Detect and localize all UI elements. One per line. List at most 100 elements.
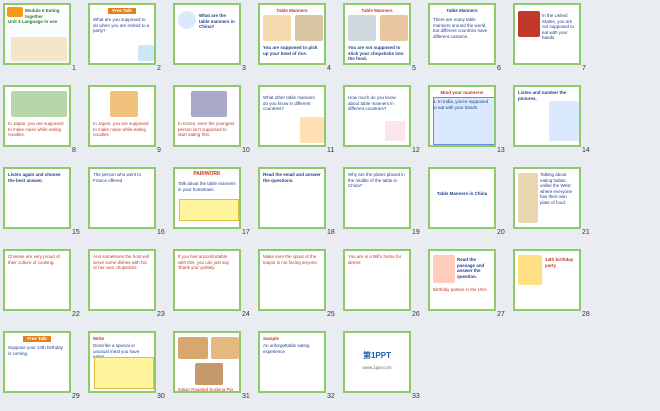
slide-text: 1. In India, you're supposed to eat with… xyxy=(433,99,489,110)
slide-number: 19 xyxy=(412,229,420,236)
slide-thumb-19[interactable]: Why are the plates placed in the middle … xyxy=(340,164,422,244)
picture-list xyxy=(549,101,579,141)
slide-thumb-16[interactable]: The person who went to France offered 16 xyxy=(85,164,167,244)
slide-number: 4 xyxy=(327,65,331,72)
slide-number: 22 xyxy=(72,311,80,318)
slide-thumb-20[interactable]: Table Manners in China 20 xyxy=(425,164,507,244)
slide-title: Listen and number the pictures. xyxy=(518,90,567,101)
slide-number: 16 xyxy=(157,229,165,236)
slide-title: Table Manners in China xyxy=(436,191,488,196)
slide-thumb-1[interactable]: Module 6 Eating together Unit 3 Language… xyxy=(0,0,82,80)
slide-thumb-12[interactable]: How much do you know about table manners… xyxy=(340,82,422,162)
slide-thumb-4[interactable]: Table Manners You are supposed to pick u… xyxy=(255,0,337,80)
slide-thumb-13[interactable]: Mind your manners! 1. In India, you're s… xyxy=(425,82,507,162)
slide-number: 28 xyxy=(582,311,590,318)
slide-text: Birthday parties in the USA xyxy=(433,287,488,292)
slide-thumb-25[interactable]: Make sure the spout of the teapot is not… xyxy=(255,246,337,326)
slide-title: Sample xyxy=(263,336,280,341)
slide-thumb-10[interactable]: In Korea, even the youngest person isn't… xyxy=(170,82,252,162)
slide-thumb-29[interactable]: Free Talk Suppose your 14th birthday is … xyxy=(0,328,82,408)
slide-text: In Japan, you are supposed to make noise… xyxy=(93,121,149,137)
slide-thumb-17[interactable]: PAIRWORK Talk about the table manners in… xyxy=(170,164,252,244)
slide-text: And sometimes the host will serve some d… xyxy=(93,254,149,270)
slide-title: Mind your manners! xyxy=(440,90,484,95)
slide-number: 8 xyxy=(72,147,76,154)
slide-thumb-24[interactable]: If you feel uncomfortable with this, you… xyxy=(170,246,252,326)
logo-text: 第1PPT xyxy=(362,351,391,360)
slide-thumb-3[interactable]: What are the table manners in China? 3 xyxy=(170,0,252,80)
slide-thumb-30[interactable]: Write Describe a special or unusual meal… xyxy=(85,328,167,408)
check-cross-icon xyxy=(385,121,405,141)
slide-title: Table Manners xyxy=(276,8,308,13)
slide-number: 31 xyxy=(242,393,250,400)
slide-text: In Korea, even the youngest person isn't… xyxy=(178,121,235,137)
slide-thumb-6[interactable]: Table Manners There are many table manne… xyxy=(425,0,507,80)
flag-image xyxy=(518,11,540,37)
slide-thumb-2[interactable]: Free Talk What are you supposed to do wh… xyxy=(85,0,167,80)
photo xyxy=(433,255,455,283)
slide-thumb-28[interactable]: 14th birthday party 28 xyxy=(510,246,592,326)
photo xyxy=(518,255,542,285)
slide-number: 12 xyxy=(412,147,420,154)
photo xyxy=(191,91,227,117)
slide-thumb-14[interactable]: Listen and number the pictures. 14 xyxy=(510,82,592,162)
slide-text: Suppose your 14th birthday is coming. xyxy=(8,345,64,356)
slide-number: 6 xyxy=(497,65,501,72)
slide-thumb-5[interactable]: Table Manners You are not supposed to st… xyxy=(340,0,422,80)
slide-text: You are not supposed to stick your chops… xyxy=(348,45,404,61)
slide-number: 21 xyxy=(582,229,590,236)
slide-number: 9 xyxy=(157,147,161,154)
slide-title: Read the email and answer the questions. xyxy=(263,172,321,183)
slide-text: If you feel uncomfortable with this, you… xyxy=(178,254,230,270)
slide-thumb-11[interactable]: What other table manners do you know in … xyxy=(255,82,337,162)
slide-thumb-33[interactable]: 第1PPT www.1ppt.com 33 xyxy=(340,328,422,408)
slide-thumb-26[interactable]: You are in a Bill's home for dinner. 26 xyxy=(340,246,422,326)
slide-text: www.1ppt.com xyxy=(362,365,392,370)
slide-thumb-21[interactable]: Talking about eating habits, unlike the … xyxy=(510,164,592,244)
slide-number: 5 xyxy=(412,65,416,72)
slide-thumb-31[interactable]: Italian Roasted Sucking Pig 31 xyxy=(170,328,252,408)
slide-thumb-7[interactable]: In the United States, you are not suppos… xyxy=(510,0,592,80)
slide-number: 18 xyxy=(327,229,335,236)
slide-thumb-18[interactable]: Read the email and answer the questions.… xyxy=(255,164,337,244)
photo xyxy=(263,15,291,41)
slide-title: Module 6 Eating together xyxy=(25,8,60,19)
slide-text: In the United States, you are not suppos… xyxy=(542,13,575,40)
slide-title: What are the table manners in China? xyxy=(199,13,235,29)
food-photo xyxy=(195,363,223,385)
photo xyxy=(380,15,408,41)
slide-text: Italian Roasted Sucking Pig xyxy=(178,387,234,392)
illustration xyxy=(300,117,324,143)
slide-number: 14 xyxy=(582,147,590,154)
slide-text: Why are the plates placed in the middle … xyxy=(348,172,405,188)
slide-text: You are supposed to pick up your bowl of… xyxy=(263,45,318,56)
slide-text: What are you supposed to do when you are… xyxy=(93,17,150,33)
slide-title: Listen again and choose the best answer. xyxy=(8,172,61,183)
logo-badge xyxy=(7,7,23,17)
illustration xyxy=(138,45,154,61)
slide-thumb-9[interactable]: In Japan, you are supposed to make noise… xyxy=(85,82,167,162)
slide-number: 25 xyxy=(327,311,335,318)
slide-text: There are many table manners around the … xyxy=(433,17,488,39)
slide-thumb-27[interactable]: Read the passage and answer the question… xyxy=(425,246,507,326)
slide-title: Write xyxy=(93,336,105,341)
slide-title: 14th birthday party xyxy=(545,257,574,268)
slide-number: 1 xyxy=(72,65,76,72)
slide-thumb-32[interactable]: Sample An unforgettable eating experienc… xyxy=(255,328,337,408)
slide-thumb-15[interactable]: Listen again and choose the best answer.… xyxy=(0,164,82,244)
slide-number: 29 xyxy=(72,393,80,400)
slide-text: Make sure the spout of the teapot is not… xyxy=(263,254,319,265)
slide-number: 2 xyxy=(157,65,161,72)
slide-thumb-8[interactable]: In Japan, you are supposed to make noise… xyxy=(0,82,82,162)
illustration xyxy=(178,11,196,29)
slide-number: 20 xyxy=(497,229,505,236)
slide-thumb-22[interactable]: Chinese are very proud of their culture … xyxy=(0,246,82,326)
slide-thumb-23[interactable]: And sometimes the host will serve some d… xyxy=(85,246,167,326)
slide-title: Free Talk xyxy=(108,8,136,14)
illustration xyxy=(11,37,67,61)
slide-title: Table Manners xyxy=(361,8,393,13)
slide-number: 13 xyxy=(497,147,505,154)
photo xyxy=(110,91,138,117)
food-photo xyxy=(211,337,239,359)
slide-number: 3 xyxy=(242,65,246,72)
